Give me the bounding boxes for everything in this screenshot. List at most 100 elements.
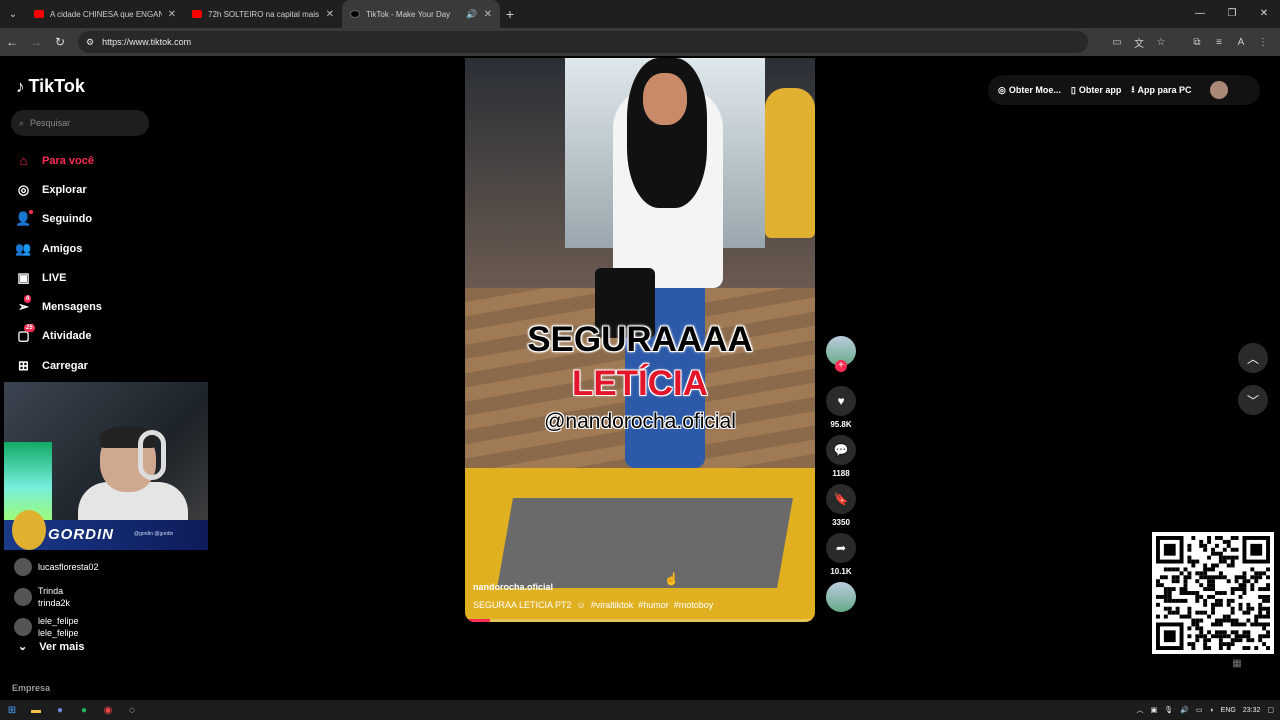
close-icon[interactable]: ✕ — [168, 9, 176, 20]
network-icon[interactable]: ▣ — [1151, 706, 1158, 714]
forward-icon[interactable]: → — [24, 35, 48, 49]
chevron-down-icon: ﹀ — [1246, 393, 1259, 408]
follow-text: Trinda trinda2k — [38, 585, 70, 609]
activity-icon: ▢ 25 — [17, 323, 35, 344]
extensions-icon[interactable]: ⧉ — [1186, 37, 1208, 48]
comment-action[interactable]: 💬 1188 — [826, 435, 856, 478]
tab-search-icon[interactable]: ⌄ — [0, 0, 26, 28]
share-action[interactable]: ➦ 10.1K — [826, 533, 856, 576]
tiktok-logo[interactable]: ♪ TikTok — [16, 76, 85, 97]
wifi-icon[interactable]: ▭ — [1196, 706, 1203, 714]
chrome-icon[interactable]: ◉ — [96, 700, 120, 720]
site-info-icon[interactable]: ⚙ — [86, 37, 94, 48]
spotify-icon[interactable]: ● — [72, 700, 96, 720]
creator-avatar[interactable]: + — [826, 336, 856, 372]
sidebar-item-carregar[interactable]: ⊞ Carregar — [15, 351, 165, 380]
clock[interactable]: 23:32 — [1243, 707, 1261, 714]
hashtag-link[interactable]: #humor — [638, 600, 669, 610]
pc-app-button[interactable]: ⭳ App para PC — [1131, 82, 1191, 98]
windows-start-icon[interactable]: ⊞ — [0, 700, 24, 720]
file-explorer-icon[interactable]: ▬ — [24, 700, 48, 720]
video-caption-line1: SEGURAAAA — [527, 320, 753, 359]
close-icon[interactable]: ✕ — [326, 9, 334, 20]
qr-code — [1152, 532, 1274, 654]
address-bar-row: ← → ↻ ⚙ https://www.tiktok.com — [0, 28, 1280, 56]
tab-1[interactable]: A cidade CHINESA que ENGANA ✕ — [26, 0, 184, 28]
sidebar-item-mensagens[interactable]: ➢ 6 Mensagens — [15, 292, 165, 321]
music-disc-avatar[interactable] — [826, 582, 856, 612]
volume-icon[interactable]: 🔊 — [1180, 706, 1189, 714]
sidebar-item-live[interactable]: ▣ LIVE — [15, 263, 165, 292]
heart-icon[interactable]: ♥ — [826, 386, 856, 416]
tiktok-icon — [350, 10, 360, 18]
video-description: SEGURAA LETICIA PT2 ☺ #viraltiktok #humo… — [473, 600, 713, 610]
tab-3-active[interactable]: TikTok - Make Your Day 🔊 ✕ — [342, 0, 500, 28]
tab-2[interactable]: 72h SOLTEIRO na capital mais ✕ — [184, 0, 342, 28]
sound-icon[interactable]: ◖ — [1209, 707, 1213, 714]
messages-icon: ➢ 6 — [18, 294, 32, 315]
follow-handle: lele_felipe — [38, 628, 79, 638]
save-action[interactable]: 🔖 3350 — [826, 484, 856, 527]
close-window-button[interactable]: ✕ — [1248, 0, 1280, 28]
logo-text: TikTok — [28, 76, 85, 96]
new-tab-button[interactable]: + — [500, 6, 520, 22]
tiktok-note-icon: ♪ — [16, 76, 25, 96]
next-video-button[interactable]: ﹀ — [1238, 385, 1268, 415]
avatar[interactable] — [1209, 81, 1228, 99]
search-input[interactable]: ⌕ Pesquisar — [11, 110, 149, 136]
emoji-icon: ☺ — [576, 600, 586, 610]
notification-icon[interactable]: ▢ — [1267, 706, 1274, 714]
share-count: 10.1K — [830, 567, 852, 576]
follow-plus-icon[interactable]: + — [835, 360, 847, 372]
sidebar-item-explorar[interactable]: ◎ Explorar — [15, 175, 165, 204]
browser-tab-strip: ⌄ A cidade CHINESA que ENGANA ✕ 72h SOLT… — [0, 0, 1280, 28]
video-progress-bar[interactable] — [465, 619, 815, 622]
bookmark-icon[interactable]: 🔖 — [826, 484, 856, 514]
close-icon[interactable]: ✕ — [484, 9, 492, 20]
sidebar-item-amigos[interactable]: 👥 Amigos — [15, 234, 165, 263]
language-indicator[interactable]: ENG — [1221, 707, 1236, 714]
sidebar-item-para-voce[interactable]: ⌂ Para você — [15, 146, 165, 175]
bookmark-star-icon[interactable]: ☆ — [1150, 37, 1172, 48]
comment-icon[interactable]: 💬 — [826, 435, 856, 465]
video-caption-line2: LETÍCIA — [571, 364, 709, 403]
watermark-logo: ▦ — [1232, 658, 1242, 669]
reload-icon[interactable]: ↻ — [48, 35, 72, 49]
get-coins-button[interactable]: ◎ Obter Moe... — [998, 85, 1061, 96]
profile-icon[interactable]: A — [1230, 37, 1252, 48]
webcam-overlay: GORDIN @gordin @gordin — [4, 382, 208, 550]
microphone-icon[interactable]: 🎙 — [1164, 706, 1173, 714]
share-icon[interactable]: ➦ — [826, 533, 856, 563]
chevron-up-icon[interactable]: ︿ — [1137, 705, 1144, 715]
hashtag-link[interactable]: #motoboy — [674, 600, 714, 610]
get-app-button[interactable]: ▯ Obter app — [1071, 85, 1121, 96]
video-player[interactable]: SEGURAAAA LETÍCIA @nandorocha.oficial na… — [465, 58, 815, 622]
hashtag-link[interactable]: #viraltiktok — [591, 600, 634, 610]
footer-link-empresa[interactable]: Empresa — [12, 683, 50, 693]
tab-title: TikTok - Make Your Day — [366, 9, 451, 19]
see-more-button[interactable]: ⌄ Ver mais — [18, 640, 84, 654]
phone-icon: ▯ — [1070, 84, 1076, 95]
menu-icon[interactable]: ⋮ — [1252, 37, 1274, 48]
follow-handle: lucasfloresta02 — [38, 562, 99, 572]
list-item[interactable]: Trinda trinda2k — [14, 582, 164, 612]
list-item[interactable]: lele_felipe lele_felipe — [14, 612, 164, 642]
back-icon[interactable]: ← — [0, 35, 24, 49]
minimize-button[interactable]: — — [1184, 0, 1216, 28]
video-progress-fill — [465, 619, 490, 622]
media-icon[interactable]: ≡ — [1208, 37, 1230, 48]
sidebar-item-atividade[interactable]: ▢ 25 Atividade — [15, 322, 165, 351]
restore-button[interactable]: ❐ — [1216, 0, 1248, 28]
previous-video-button[interactable]: ︿ — [1238, 343, 1268, 373]
app-icon[interactable]: ◌ — [120, 700, 144, 720]
list-item[interactable]: lucasfloresta02 — [14, 552, 164, 582]
like-action[interactable]: ♥ 95.8K — [826, 386, 856, 429]
comment-count: 1188 — [832, 469, 850, 478]
url-input[interactable]: ⚙ https://www.tiktok.com — [78, 31, 1088, 53]
discord-icon[interactable]: ● — [48, 700, 72, 720]
cast-icon[interactable]: ▭ — [1106, 37, 1128, 48]
video-author[interactable]: nandorocha.oficial — [473, 582, 553, 592]
sidebar-item-seguindo[interactable]: 👤 Seguindo — [15, 205, 165, 234]
speaker-icon[interactable]: 🔊 — [466, 9, 477, 20]
translate-icon[interactable]: 文 — [1128, 35, 1150, 50]
